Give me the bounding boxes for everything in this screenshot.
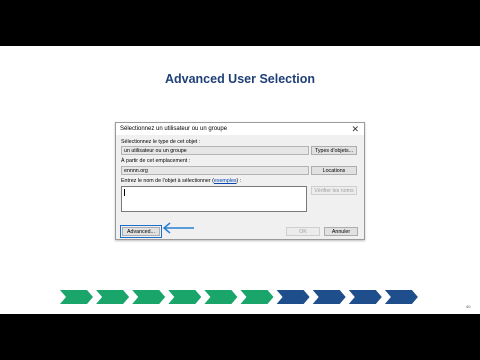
progress-step-7 — [276, 290, 310, 304]
progress-step-2 — [96, 290, 130, 304]
progress-step-9 — [348, 290, 382, 304]
progress-step-4 — [168, 290, 202, 304]
progress-step-3 — [132, 290, 166, 304]
progress-chevrons — [60, 290, 418, 304]
progress-step-5 — [204, 290, 238, 304]
progress-step-6 — [240, 290, 274, 304]
slide: Advanced User Selection Sélectionnez un … — [0, 46, 480, 314]
progress-step-1 — [60, 290, 93, 304]
progress-step-10 — [384, 290, 418, 304]
page-number: 40 — [466, 304, 471, 309]
progress-step-8 — [312, 290, 346, 304]
